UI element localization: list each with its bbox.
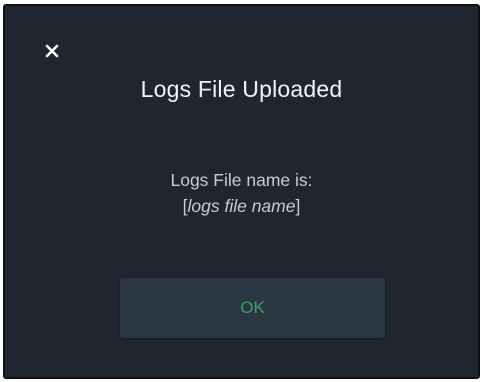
- dialog-title: Logs File Uploaded: [140, 76, 343, 102]
- logs-uploaded-dialog: Logs File Uploaded Logs File name is: [l…: [3, 4, 480, 379]
- screen: Logs File Uploaded Logs File name is: [l…: [0, 0, 484, 382]
- close-icon: [41, 40, 63, 62]
- bracket-close: ]: [295, 196, 301, 216]
- logs-file-name: logs file name: [187, 196, 296, 216]
- dialog-message: Logs File name is: [logs file name]: [5, 167, 478, 219]
- message-line: Logs File name is:: [170, 170, 313, 190]
- file-name-line: [logs file name]: [5, 193, 478, 219]
- ok-button[interactable]: OK: [120, 278, 385, 338]
- close-button[interactable]: [41, 40, 63, 62]
